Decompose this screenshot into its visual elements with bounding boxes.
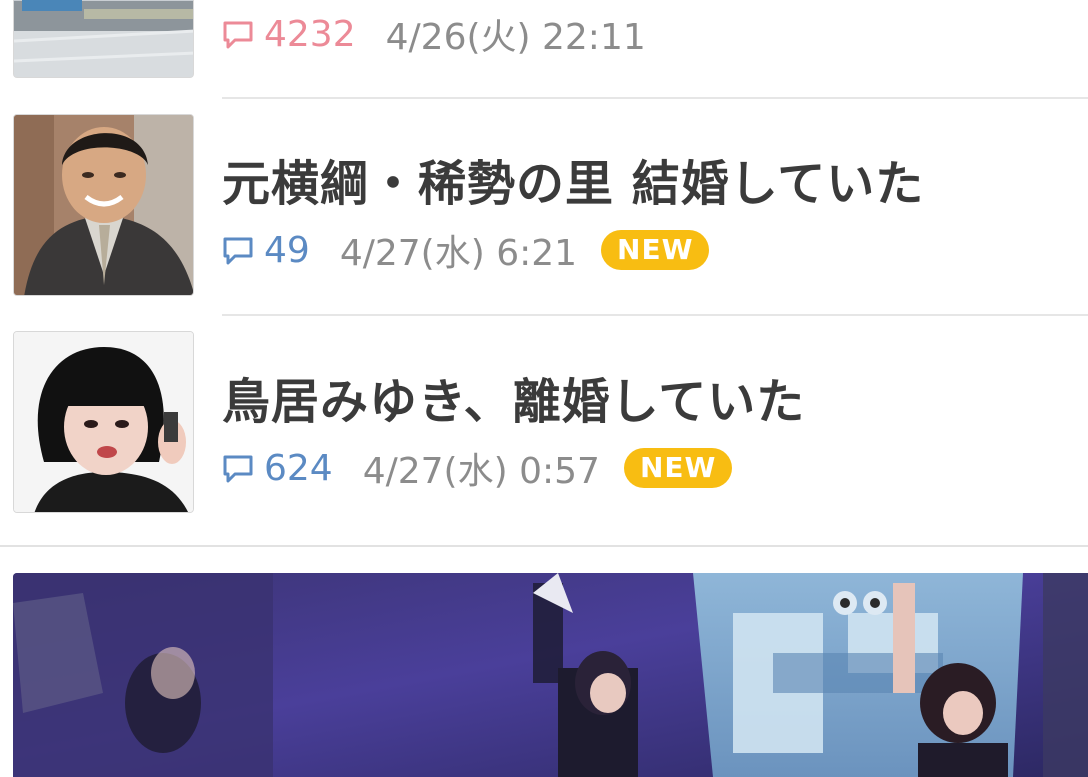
article-date: 4/27(水) 0:57 <box>362 451 600 492</box>
article-item-2[interactable]: 鳥居みゆき、離婚していた 624 4/27(水) 0:57 NEW <box>0 316 1088 532</box>
comment-bubble-icon <box>223 21 253 49</box>
comment-bubble-icon <box>223 455 253 483</box>
concert-photo <box>13 573 1088 777</box>
article-date: 4/27(水) 6:21 <box>339 233 578 274</box>
article-meta-1: 49 4/27(水) 6:21 NEW <box>222 228 710 274</box>
article-thumbnail-1[interactable] <box>13 114 194 296</box>
comment-count: 4232 <box>264 13 356 55</box>
new-badge: NEW <box>623 448 733 488</box>
article-thumbnail-2[interactable] <box>13 331 194 513</box>
news-feed: 4232 4/26(火) 22:11 元横綱・稀勢の里 結婚していた 49 4/… <box>0 0 1088 777</box>
thumbnail-photo-woman <box>14 332 193 512</box>
article-date: 4/26(火) 22:11 <box>385 17 646 58</box>
thumbnail-image <box>14 0 193 77</box>
article-thumbnail-0[interactable] <box>13 0 194 78</box>
thumbnail-photo-man <box>14 115 193 295</box>
article-title[interactable]: 鳥居みゆき、離婚していた <box>222 362 805 432</box>
comment-count: 49 <box>264 229 310 271</box>
article-title[interactable]: 元横綱・稀勢の里 結婚していた <box>222 144 924 214</box>
article-meta-0: 4232 4/26(火) 22:11 <box>222 12 646 58</box>
comment-count: 624 <box>264 447 333 489</box>
featured-banner-image[interactable] <box>13 573 1088 777</box>
article-meta-2: 624 4/27(水) 0:57 NEW <box>222 446 733 492</box>
new-badge: NEW <box>601 230 710 270</box>
section-divider <box>0 545 1088 547</box>
article-item-0[interactable]: 4232 4/26(火) 22:11 <box>0 0 1088 98</box>
comment-bubble-icon <box>223 237 253 265</box>
article-item-1[interactable]: 元横綱・稀勢の里 結婚していた 49 4/27(水) 6:21 NEW <box>0 98 1088 314</box>
